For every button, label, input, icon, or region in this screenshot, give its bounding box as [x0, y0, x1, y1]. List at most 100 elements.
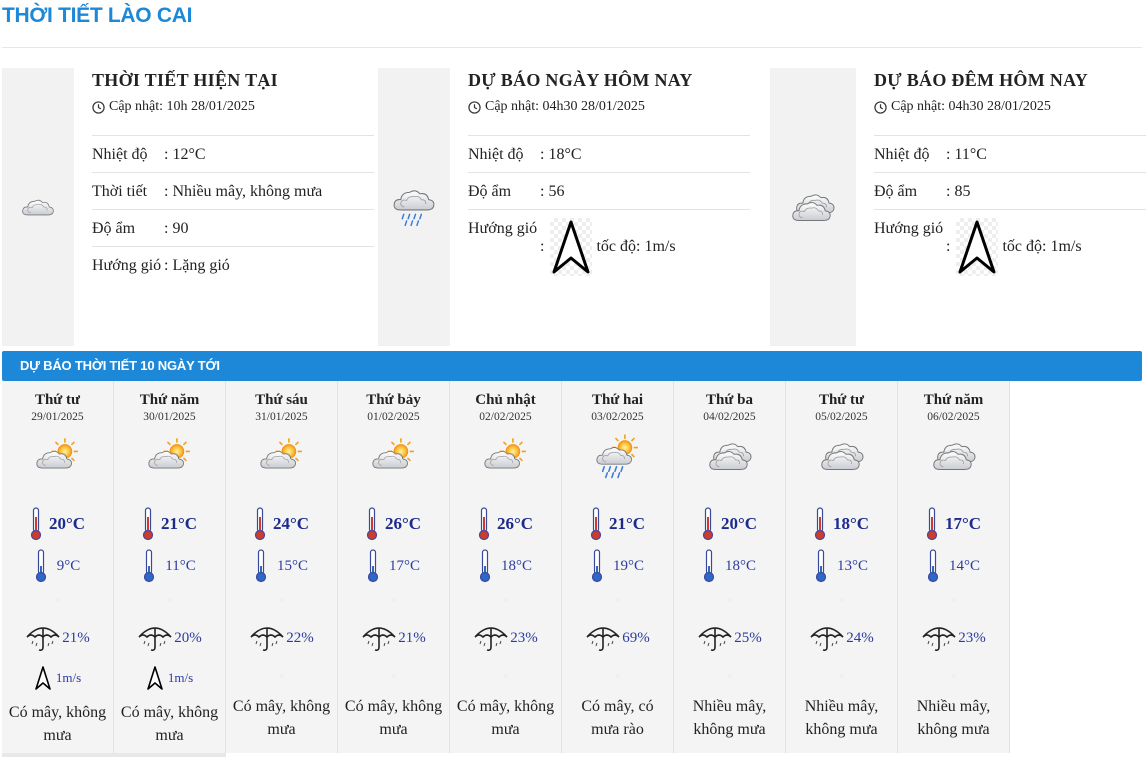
value-colon: : — [946, 238, 951, 255]
thermometer-cold-icon — [367, 549, 379, 583]
clock-icon — [874, 100, 887, 114]
thermometer-hot-icon — [590, 507, 602, 541]
umbrella-icon — [249, 623, 285, 653]
max-temp: 21°C — [114, 507, 225, 541]
day-name: Thứ ba — [706, 392, 753, 408]
min-temp: 14°C — [898, 549, 1009, 583]
separator-dot: ○ — [951, 671, 956, 680]
forecast-day: Thứ bảy 01/02/2025 26°C 17°C ○ 21% ○ Có mây, kh… — [338, 381, 450, 753]
max-temp: 20°C — [674, 507, 785, 541]
rain-chance-value: 22% — [286, 629, 314, 646]
today-row-wind: Hướng gió : tốc độ: 1m/s — [468, 210, 750, 282]
current-updated: Cập nhật: 10h 28/01/2025 — [92, 99, 374, 115]
label: Nhiệt độ — [874, 146, 930, 163]
weather-description: Có mây, không mưa — [120, 704, 219, 744]
today-updated-text: Cập nhật: 04h30 28/01/2025 — [485, 99, 645, 114]
rain-chance-value: 69% — [622, 629, 650, 646]
label: Độ ẩm — [92, 220, 136, 237]
clock-icon — [92, 100, 105, 114]
label: Nhiệt độ — [92, 146, 148, 163]
thermometer-hot-icon — [30, 507, 42, 541]
weather-description: Nhiều mây, không mưa — [692, 698, 767, 738]
separator-dot: ○ — [727, 671, 732, 680]
thermometer-cold-icon — [143, 549, 155, 583]
day-date: 01/02/2025 — [367, 411, 420, 423]
today-updated: Cập nhật: 04h30 28/01/2025 — [468, 99, 750, 115]
wind-direction-arrow-icon — [550, 218, 593, 276]
min-temp-value: 9°C — [56, 557, 81, 574]
current-row-temp: Nhiệt độ : 12°C — [92, 136, 374, 173]
page-title: THỜI TIẾT LÀO CAI — [2, 4, 193, 27]
rain-chance-value: 25% — [734, 629, 762, 646]
thermometer-cold-icon — [35, 549, 47, 583]
cloudy-icon — [786, 427, 897, 485]
tonight-row-wind: Hướng gió : tốc độ: 1m/s — [874, 210, 1146, 282]
tonight-updated: Cập nhật: 04h30 28/01/2025 — [874, 99, 1146, 115]
max-temp-value: 24°C — [272, 514, 310, 533]
day-date: 04/02/2025 — [703, 411, 756, 423]
sun-cloud-icon — [2, 427, 113, 485]
umbrella-icon — [137, 623, 173, 653]
value: : Nhiều mây, không mưa — [164, 183, 323, 200]
day-name: Thứ sáu — [255, 392, 308, 408]
wind-direction-arrow-icon — [146, 665, 164, 691]
rain-chance: 69% — [562, 623, 673, 653]
cloudy-icon — [898, 427, 1009, 485]
separator-dot: ○ — [391, 595, 396, 604]
min-temp: 11°C — [114, 549, 225, 583]
value: : 85 — [946, 183, 971, 200]
rain-chance: 24% — [786, 623, 897, 653]
today-title: DỰ BÁO NGÀY HÔM NAY — [468, 70, 693, 90]
label: Độ ẩm — [468, 183, 512, 200]
weather-description: Nhiều mây, không mưa — [804, 698, 879, 738]
rain-chance-value: 23% — [510, 629, 538, 646]
separator-dot: ○ — [391, 671, 396, 680]
rain-chance: 20% — [114, 623, 225, 653]
min-temp: 13°C — [786, 549, 897, 583]
value: : Lặng gió — [164, 257, 230, 274]
label: Hướng gió — [468, 220, 538, 237]
day-date: 29/01/2025 — [31, 411, 84, 423]
separator-dot: ○ — [279, 595, 284, 604]
separator-dot: ○ — [727, 595, 732, 604]
thermometer-cold-icon — [479, 549, 491, 583]
umbrella-icon — [25, 623, 61, 653]
rain-cloud-icon — [393, 190, 435, 227]
thermometer-hot-icon — [702, 507, 714, 541]
weather-description: Có mây, không mưa — [8, 704, 107, 744]
day-date: 03/02/2025 — [591, 411, 644, 423]
value: : 56 — [540, 183, 565, 200]
max-temp-value: 17°C — [944, 514, 982, 533]
title-divider — [2, 47, 1142, 48]
day-name: Thứ hai — [591, 392, 644, 408]
max-temp: 20°C — [2, 507, 113, 541]
scroll-hint-bar — [2, 753, 226, 757]
forecast-day: Thứ năm 06/02/2025 17°C 14°C ○ 23% ○ Nhiều mây,… — [898, 381, 1010, 753]
min-temp-value: 11°C — [165, 557, 196, 574]
value: : 18°C — [540, 146, 582, 163]
day-name: Thứ năm — [923, 392, 984, 408]
rain-chance-value: 24% — [846, 629, 874, 646]
today-row-humidity: Độ ẩm : 56 — [468, 173, 750, 210]
wind-speed-value: 1m/s — [167, 670, 194, 685]
min-temp: 17°C — [338, 549, 449, 583]
wind: 1m/s — [2, 665, 113, 691]
thermometer-cold-icon — [255, 549, 267, 583]
current-row-wind: Hướng gió : Lặng gió — [92, 247, 374, 283]
day-date: 30/01/2025 — [143, 411, 196, 423]
day-name: Chủ nhật — [475, 392, 536, 408]
day-date: 06/02/2025 — [927, 411, 980, 423]
partly-cloudy-icon — [21, 194, 55, 220]
max-temp: 21°C — [562, 507, 673, 541]
umbrella-icon — [697, 623, 733, 653]
weather-description: Có mây, có mưa rào — [581, 698, 654, 738]
separator-dot: ○ — [279, 671, 284, 680]
separator-dot: ○ — [503, 671, 508, 680]
min-temp-value: 18°C — [500, 557, 532, 574]
value-colon: : — [540, 238, 545, 255]
max-temp-value: 21°C — [608, 514, 646, 533]
min-temp-value: 18°C — [724, 557, 756, 574]
clock-icon — [468, 100, 481, 114]
current-weather-title: THỜI TIẾT HIỆN TẠI — [92, 70, 278, 90]
day-date: 05/02/2025 — [815, 411, 868, 423]
